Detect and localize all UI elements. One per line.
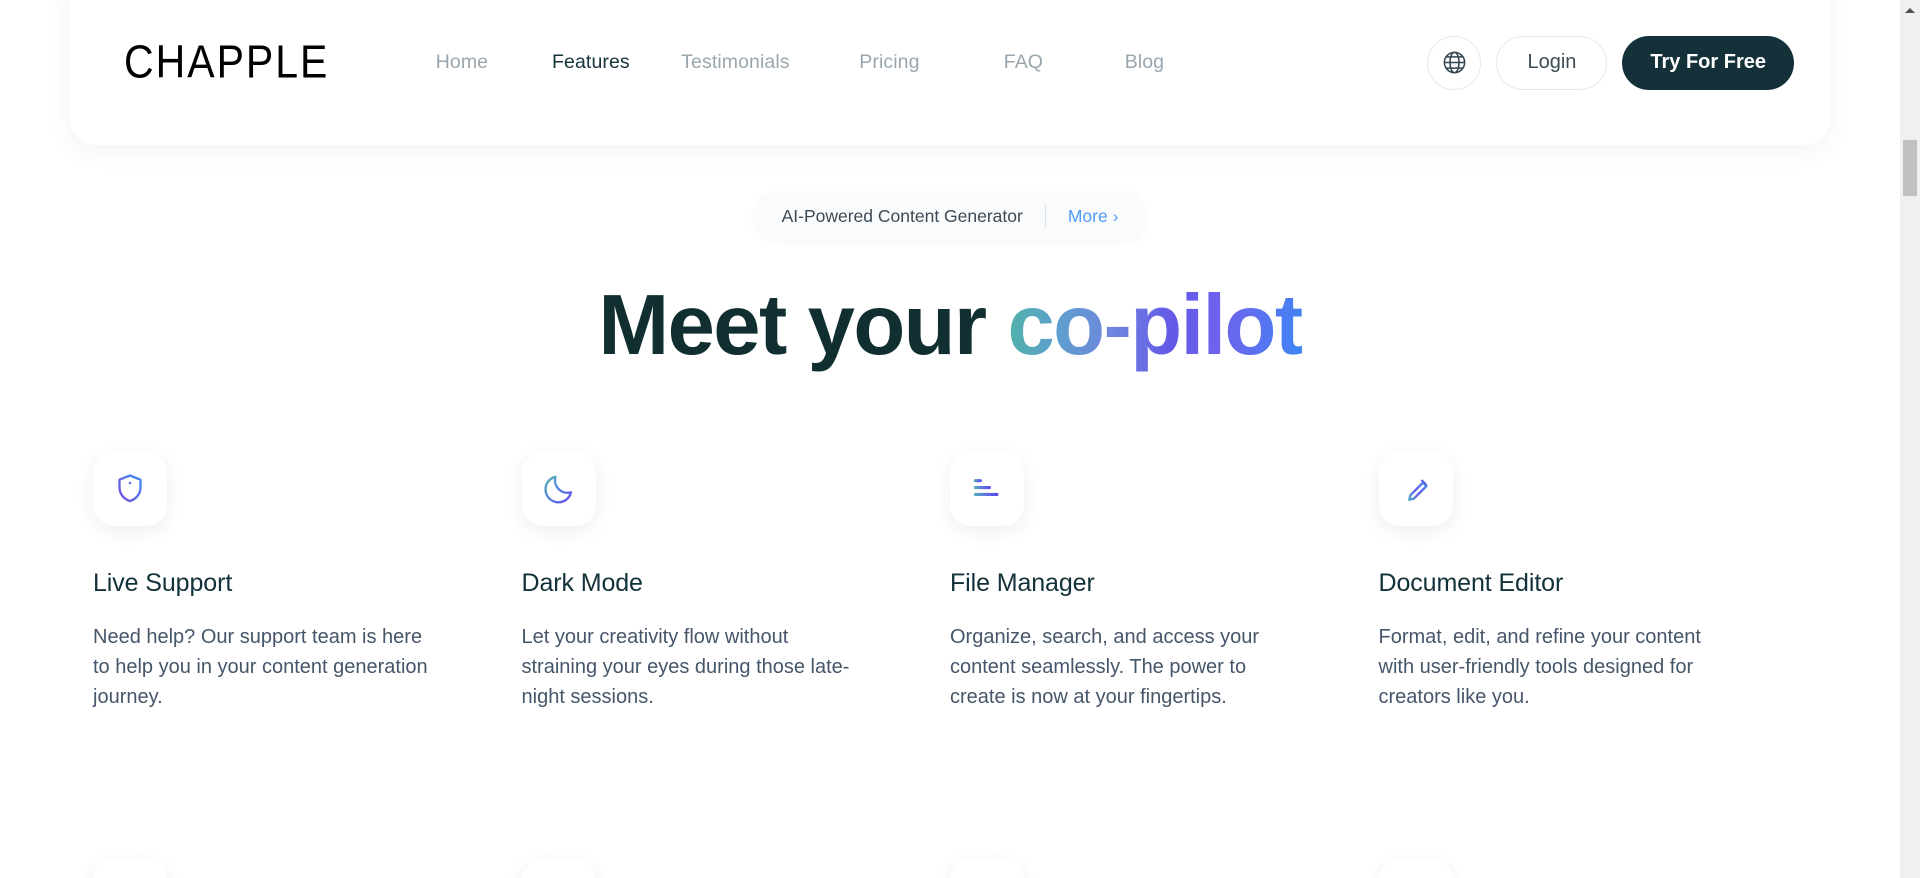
feature-icon-container <box>93 859 167 878</box>
nav-item-home[interactable]: Home <box>397 45 526 80</box>
file-list-icon <box>973 479 999 497</box>
feature-description: Need help? Our support team is here to h… <box>93 625 428 708</box>
feature-icon-container <box>950 452 1024 526</box>
nav-item-pricing[interactable]: Pricing <box>815 45 963 80</box>
main-navigation: Home Features Testimonials Pricing FAQ B… <box>397 45 1205 80</box>
feature-card-user-check <box>521 859 951 878</box>
features-grid-row-2 <box>93 859 1807 878</box>
chevron-up-icon[interactable] <box>1900 0 1920 20</box>
feature-icon-container <box>521 859 596 878</box>
vertical-scrollbar[interactable] <box>1900 0 1920 878</box>
browser-viewport: CHAPPLE Home Features Testimonials Prici… <box>0 0 1920 878</box>
page-content: CHAPPLE Home Features Testimonials Prici… <box>0 0 1900 878</box>
announcement-badge[interactable]: AI-Powered Content Generator More › <box>753 192 1147 240</box>
site-header: CHAPPLE Home Features Testimonials Prici… <box>70 0 1830 145</box>
badge-divider <box>1044 204 1046 228</box>
badge-row: AI-Powered Content Generator More › <box>0 192 1900 240</box>
feature-description: Organize, search, and access your conten… <box>950 625 1260 708</box>
feature-card-dark-mode: Dark Mode Let your creativity flow witho… <box>521 452 951 712</box>
feature-card-awards <box>1378 859 1808 878</box>
nav-item-features[interactable]: Features <box>526 45 655 80</box>
scrollbar-thumb[interactable] <box>1903 140 1917 196</box>
feature-title: File Manager <box>950 569 1095 597</box>
highlighter-pen-icon <box>1404 479 1428 502</box>
feature-title: Live Support <box>93 569 233 597</box>
header-actions: Login Try For Free <box>1427 35 1794 90</box>
login-button[interactable]: Login <box>1496 35 1608 90</box>
feature-icon-container <box>1378 452 1453 526</box>
brand-logo[interactable]: CHAPPLE <box>124 39 329 86</box>
try-for-free-button[interactable]: Try For Free <box>1622 35 1794 90</box>
feature-icon-container <box>1378 859 1453 878</box>
language-switcher-button[interactable] <box>1427 35 1482 90</box>
header-inner: CHAPPLE Home Features Testimonials Prici… <box>70 0 1830 125</box>
feature-description: Let your creativity flow without straini… <box>521 625 850 708</box>
feature-card-live-support: Live Support Need help? Our support team… <box>93 452 522 712</box>
nav-item-faq[interactable]: FAQ <box>963 45 1083 80</box>
nav-item-blog[interactable]: Blog <box>1083 45 1205 80</box>
badge-label: AI-Powered Content Generator <box>781 205 1023 226</box>
headline-part-gradient: co-pilot <box>1007 278 1304 373</box>
features-grid-row-1: Live Support Need help? Our support team… <box>93 452 1807 712</box>
badge-more-link[interactable]: More › <box>1068 206 1119 227</box>
page-title: Meet your co-pilot <box>0 278 1900 373</box>
feature-card-file-manager: File Manager Organize, search, and acces… <box>950 452 1379 712</box>
badge-more-label: More <box>1067 205 1108 226</box>
feature-card-document-editor: Document Editor Format, edit, and refine… <box>1378 452 1808 712</box>
moon-icon <box>543 475 572 504</box>
feature-title: Document Editor <box>1378 569 1564 597</box>
globe-icon <box>1443 51 1466 74</box>
feature-icon-container <box>950 859 1024 878</box>
headline-part-dark: Meet your <box>598 278 987 373</box>
feature-title: Dark Mode <box>521 569 643 597</box>
chevron-right-icon: › <box>1112 206 1119 226</box>
nav-item-testimonials[interactable]: Testimonials <box>655 45 815 80</box>
feature-card-global <box>950 859 1379 878</box>
feature-description: Format, edit, and refine your content wi… <box>1378 625 1701 708</box>
feature-card-goals <box>93 859 522 878</box>
shield-info-icon <box>118 474 142 503</box>
feature-icon-container <box>521 452 596 526</box>
feature-icon-container <box>93 452 167 526</box>
